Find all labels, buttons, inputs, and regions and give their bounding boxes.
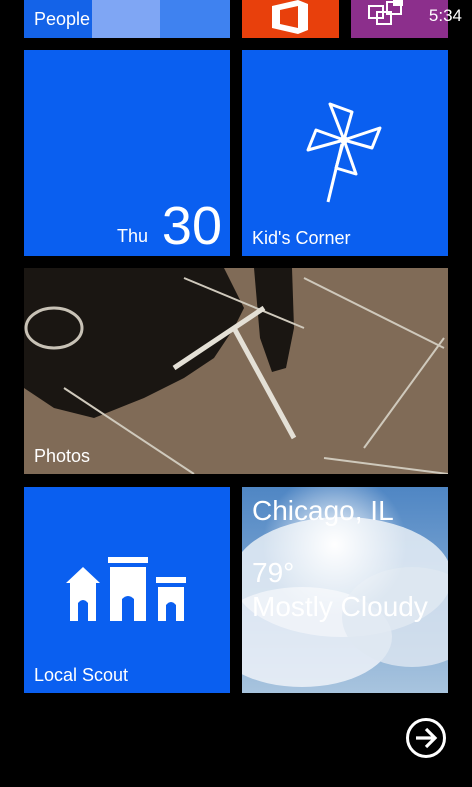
photo-image xyxy=(24,268,448,474)
photos-tile[interactable]: Photos xyxy=(24,268,448,474)
calendar-date: 30 xyxy=(161,196,222,256)
buildings-icon xyxy=(66,557,186,621)
office-tile[interactable] xyxy=(242,0,339,38)
pinwheel-icon xyxy=(306,102,382,203)
people-tile[interactable]: People xyxy=(24,0,230,38)
people-photo xyxy=(160,0,230,38)
people-photo xyxy=(92,0,160,38)
local-scout-label: Local Scout xyxy=(34,665,129,685)
photos-label: Photos xyxy=(34,446,91,466)
calendar-tile[interactable]: Thu 30 xyxy=(24,50,230,256)
weather-condition: Mostly Cloudy xyxy=(252,591,428,622)
kids-corner-label: Kid's Corner xyxy=(252,228,351,248)
office-icon xyxy=(272,0,308,34)
arrow-right-circle-icon xyxy=(406,718,446,758)
all-apps-button[interactable] xyxy=(405,717,446,758)
kids-corner-tile[interactable]: Kid's Corner xyxy=(242,50,448,256)
weather-tile[interactable]: Chicago, IL 79° Mostly Cloudy xyxy=(242,487,448,693)
local-scout-tile[interactable]: Local Scout xyxy=(24,487,230,693)
calendar-day: Thu xyxy=(117,226,149,246)
weather-temperature: 79° xyxy=(252,557,295,588)
status-time: 5:34 xyxy=(428,6,462,25)
start-screen: 5:34 People Thu 30 Kid's Corner Photos L… xyxy=(0,0,472,787)
weather-city: Chicago, IL xyxy=(252,495,394,526)
people-label: People xyxy=(34,9,91,29)
